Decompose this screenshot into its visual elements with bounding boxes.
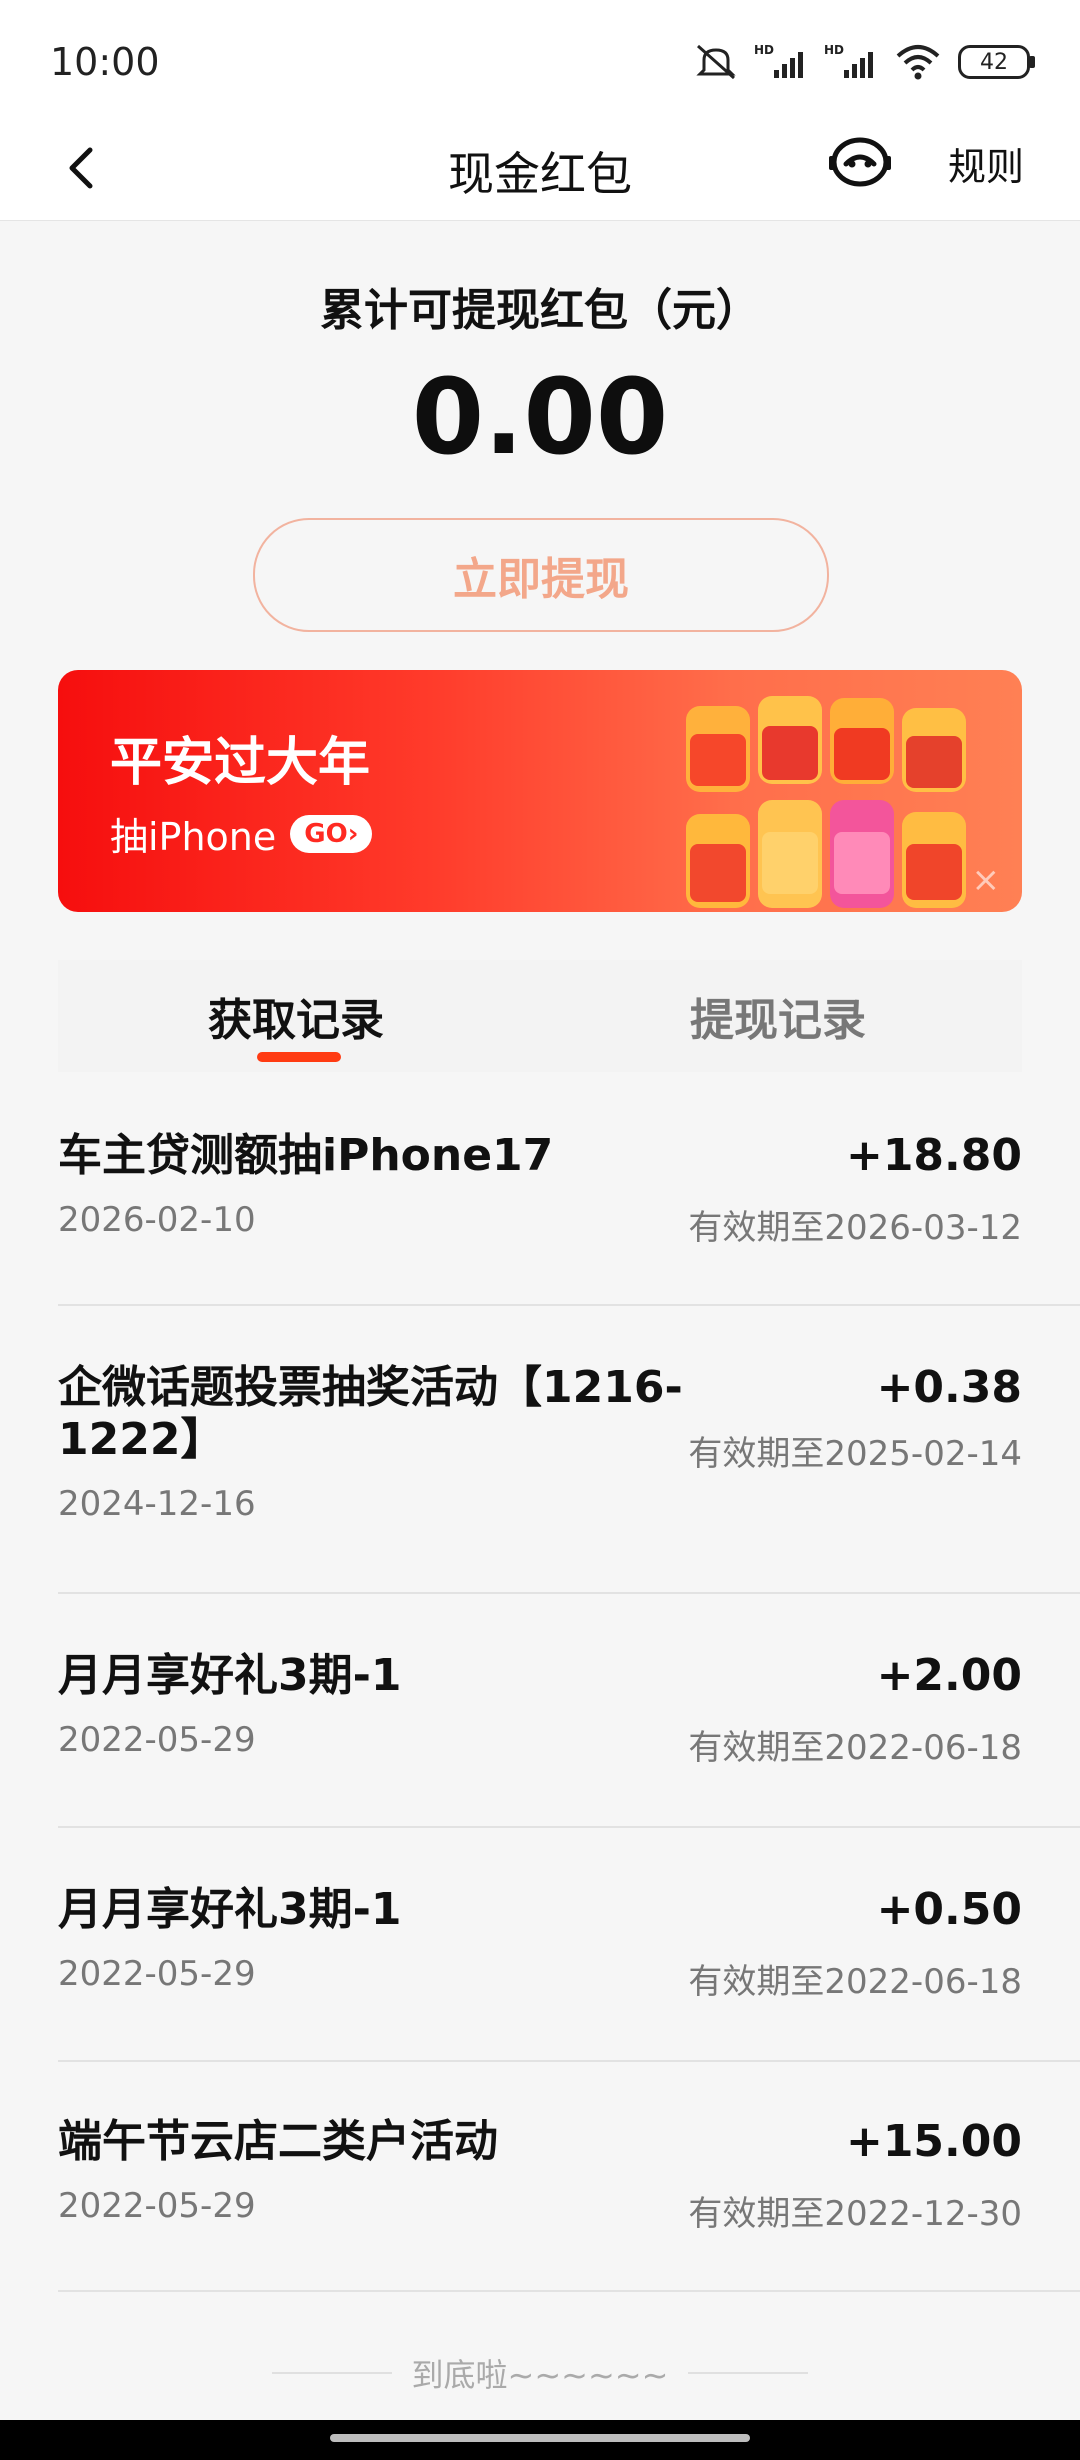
- home-indicator[interactable]: [330, 2434, 750, 2442]
- record-expire: 有效期至2022-12-30: [688, 2194, 1022, 2234]
- record-amount: +2.00: [876, 1650, 1022, 1701]
- tab-withdraw-records[interactable]: 提现记录: [690, 984, 866, 1048]
- divider: [58, 1826, 1080, 1828]
- svg-text:HD: HD: [754, 43, 774, 57]
- battery-level: 42: [980, 49, 1008, 75]
- divider: [58, 1304, 1080, 1306]
- go-button[interactable]: GO ›: [290, 814, 373, 853]
- status-icons: HD HD 42: [694, 42, 1035, 82]
- banner-subtitle: 抽iPhone: [110, 815, 277, 859]
- banner-subtitle-row: 抽iPhone GO ›: [110, 806, 373, 861]
- record-amount: +15.00: [845, 2116, 1022, 2167]
- record-date: 2022-05-29: [58, 2186, 256, 2226]
- chevron-right-icon: ›: [347, 818, 359, 849]
- hd-signal-icon: HD: [754, 43, 803, 78]
- record-amount: +0.50: [876, 1884, 1022, 1935]
- header: 现金红包 规则: [0, 120, 1080, 221]
- record-date: 2026-02-10: [58, 1200, 256, 1240]
- active-tab-indicator: [257, 1052, 341, 1062]
- banner-close-button[interactable]: ×: [972, 860, 1001, 900]
- status-time: 10:00: [50, 40, 160, 84]
- record-title: 月月享好礼3期-1: [58, 1884, 402, 1935]
- record-tabs: 获取记录 提现记录: [58, 960, 1022, 1072]
- end-line-left: [271, 2372, 392, 2374]
- record-date: 2024-12-16: [58, 1484, 256, 1524]
- banner-title: 平安过大年: [110, 733, 371, 793]
- divider: [58, 1592, 1080, 1594]
- withdraw-button[interactable]: 立即提现: [253, 518, 829, 632]
- navigation-bar: [0, 2420, 1080, 2460]
- hd-signal-icon: HD: [824, 43, 873, 78]
- go-label: GO: [304, 818, 348, 849]
- record-amount: +18.80: [845, 1130, 1022, 1181]
- record-title: 车主贷测额抽iPhone17: [58, 1130, 554, 1181]
- record-date: 2022-05-29: [58, 1954, 256, 1994]
- promo-banner[interactable]: 平安过大年 抽iPhone GO › ×: [58, 670, 1022, 912]
- list-end: 到底啦~~~~~~: [0, 2350, 1080, 2396]
- robot-service-icon[interactable]: [826, 128, 894, 196]
- record-title: 企微话题投票抽奖活动【1216-1222】: [58, 1362, 683, 1465]
- battery-icon: 42: [958, 45, 1035, 79]
- mute-icon: [696, 44, 736, 80]
- tab-earned-records[interactable]: 获取记录: [208, 984, 384, 1048]
- wifi-icon: [896, 45, 940, 80]
- record-amount: +0.38: [876, 1362, 1022, 1413]
- record-date: 2022-05-29: [58, 1720, 256, 1760]
- balance-label: 累计可提现红包（元）: [320, 285, 760, 336]
- balance-amount: 0.00: [411, 356, 669, 478]
- record-expire: 有效期至2022-06-18: [688, 1728, 1022, 1768]
- red-envelopes-image: [686, 696, 966, 908]
- record-expire: 有效期至2026-03-12: [688, 1208, 1022, 1248]
- rules-link[interactable]: 规则: [948, 136, 1024, 191]
- status-bar: 10:00 HD HD 42: [0, 0, 1080, 120]
- record-expire: 有效期至2025-02-14: [688, 1434, 1022, 1474]
- divider: [58, 2060, 1080, 2062]
- end-line-right: [688, 2372, 809, 2374]
- divider: [58, 2290, 1080, 2292]
- record-title: 月月享好礼3期-1: [58, 1650, 402, 1701]
- record-expire: 有效期至2022-06-18: [688, 1962, 1022, 2002]
- page-title: 现金红包: [448, 147, 632, 201]
- end-text: 到底啦~~~~~~: [411, 2356, 669, 2394]
- record-title: 端午节云店二类户活动: [58, 2116, 498, 2167]
- svg-text:HD: HD: [824, 43, 844, 57]
